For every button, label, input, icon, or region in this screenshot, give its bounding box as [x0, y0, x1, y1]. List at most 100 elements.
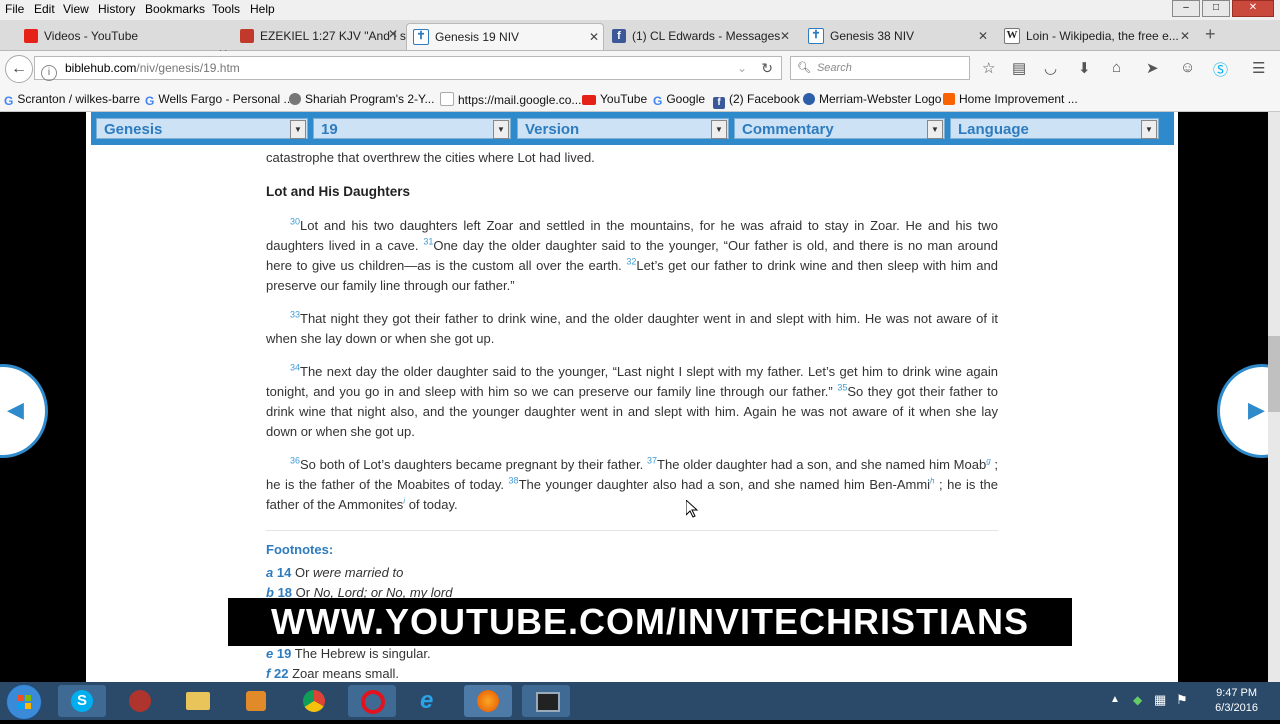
folder-icon	[186, 692, 210, 710]
verse-number-link[interactable]: 35	[837, 383, 847, 393]
verse-number-link[interactable]: 33	[290, 310, 300, 320]
book-select[interactable]: Genesis ▼	[96, 118, 308, 139]
footnote-f: f 22 Zoar means small.	[266, 666, 399, 681]
verse-number-link[interactable]: 30	[290, 217, 300, 227]
footnote-letter[interactable]: a	[266, 565, 273, 580]
bookmark-facebook[interactable]: f (2) Facebook	[713, 92, 800, 109]
url-path: /niv/genesis/19.htm	[136, 61, 240, 75]
url-bar[interactable]: i biblehub.com/niv/genesis/19.htm ⌄ ↻	[34, 56, 782, 81]
network-icon[interactable]: ▦	[1154, 692, 1166, 708]
chat-icon[interactable]: ☺	[1180, 59, 1195, 76]
pocket-icon[interactable]: ◡	[1044, 59, 1057, 77]
close-tab-icon[interactable]: ✕	[978, 29, 988, 43]
wikipedia-icon: W	[1004, 28, 1020, 44]
verse-number-link[interactable]: 34	[290, 363, 300, 373]
chevron-down-icon[interactable]: ▼	[711, 120, 727, 139]
tab-title: (1) CL Edwards - Messages	[632, 29, 781, 43]
home-icon[interactable]: ⌂	[1112, 59, 1121, 76]
taskbar-explorer[interactable]	[174, 685, 222, 717]
chevron-down-icon[interactable]: ▼	[493, 120, 509, 139]
close-tab-icon[interactable]: ✕	[1180, 29, 1190, 43]
tab-youtube[interactable]: Videos - YouTube	[18, 23, 208, 49]
taskbar-clock[interactable]: 9:47 PM 6/3/2016	[1215, 686, 1258, 716]
footnote-text: The Hebrew is singular.	[294, 646, 431, 661]
flag-icon[interactable]: ⚑	[1176, 692, 1188, 708]
tab-genesis-19[interactable]: ✝ Genesis 19 NIV ✕	[406, 23, 604, 50]
menu-file[interactable]: File	[5, 2, 24, 16]
new-tab-button[interactable]: +	[1205, 24, 1216, 45]
chevron-down-icon[interactable]: ▼	[1141, 120, 1157, 139]
clock-date: 6/3/2016	[1215, 702, 1258, 714]
maximize-button[interactable]: □	[1202, 0, 1230, 17]
taskbar-skype[interactable]: S	[58, 685, 106, 717]
select-value: Commentary	[742, 121, 834, 138]
verse-number-link[interactable]: 37	[647, 456, 657, 466]
taskbar-firefox[interactable]	[464, 685, 512, 717]
download-icon[interactable]: ⬇	[1078, 59, 1091, 77]
tab-wikipedia[interactable]: W Loin - Wikipedia, the free e... ✕	[998, 23, 1194, 49]
verse-number-link[interactable]: 36	[290, 456, 300, 466]
send-icon[interactable]: ➤	[1146, 59, 1159, 77]
bookmark-label: Shariah Program's 2-Y...	[305, 92, 435, 106]
verse-number-link[interactable]: 32	[626, 257, 636, 267]
reload-icon[interactable]: ↻	[761, 57, 773, 79]
menu-tools[interactable]: Tools	[212, 2, 240, 16]
minimize-button[interactable]: –	[1172, 0, 1200, 17]
close-tab-icon[interactable]: ✕	[589, 30, 599, 44]
search-box[interactable]: 🔍︎ Search	[790, 56, 970, 80]
reading-list-icon[interactable]: ▤	[1012, 59, 1026, 77]
taskbar-media[interactable]	[116, 685, 164, 717]
menu-history[interactable]: History	[98, 2, 135, 16]
menu-edit[interactable]: Edit	[34, 2, 55, 16]
bookmark-merriam-webster[interactable]: Merriam-Webster Logo	[803, 92, 941, 106]
chrome-icon	[303, 690, 325, 712]
taskbar-ie[interactable]: e	[406, 685, 454, 717]
tab-ezekiel[interactable]: EZEKIEL 1:27 KJV "And I sa...	[234, 23, 406, 49]
taskbar-opera[interactable]	[348, 685, 396, 717]
taskbar-video[interactable]	[232, 685, 280, 717]
bookmark-wells-fargo[interactable]: G Wells Fargo - Personal ...	[145, 92, 294, 108]
verse-text: The older daughter had a son, and she na…	[657, 457, 987, 472]
menu-help[interactable]: Help	[250, 2, 275, 16]
skype-icon[interactable]: Ⓢ	[1213, 59, 1228, 80]
info-icon[interactable]: i	[41, 65, 57, 81]
bookmark-youtube[interactable]: YouTube	[582, 92, 647, 106]
tray-expand-icon[interactable]: ▲	[1110, 694, 1120, 705]
bookmark-google[interactable]: G Google	[653, 92, 705, 108]
menu-view[interactable]: View	[63, 2, 89, 16]
version-select[interactable]: Version ▼	[517, 118, 729, 139]
close-tab-icon[interactable]: ✕	[780, 29, 790, 43]
footnote-verse-ref[interactable]: 19	[277, 646, 291, 661]
hamburger-menu-icon[interactable]: ☰	[1252, 59, 1265, 77]
bookmark-star-icon[interactable]: ☆	[982, 59, 995, 77]
bookmark-home-improvement[interactable]: Home Improvement ...	[943, 92, 1078, 106]
footnote-letter[interactable]: f	[266, 666, 270, 681]
bookmark-gmail[interactable]: https://mail.google.co...	[440, 92, 581, 107]
chevron-down-icon[interactable]: ▼	[927, 120, 943, 139]
close-window-button[interactable]: ✕	[1232, 0, 1274, 17]
commentary-select[interactable]: Commentary ▼	[734, 118, 945, 139]
back-button[interactable]: ←	[5, 55, 33, 83]
bookmark-shariah[interactable]: Shariah Program's 2-Y...	[289, 92, 434, 106]
taskbar-chrome[interactable]	[290, 685, 338, 717]
chapter-select[interactable]: 19 ▼	[313, 118, 511, 139]
tab-genesis-38[interactable]: ✝ Genesis 38 NIV ✕	[802, 23, 992, 49]
tab-facebook-messages[interactable]: f (1) CL Edwards - Messages ✕	[606, 23, 794, 49]
taskbar-screen-recorder[interactable]	[522, 685, 570, 717]
footnote-verse-ref[interactable]: 14	[277, 565, 291, 580]
language-select[interactable]: Language ▼	[950, 118, 1159, 139]
google-icon: G	[653, 94, 663, 108]
dropdown-arrow-icon[interactable]: ⌄	[737, 57, 747, 79]
verse-number-link[interactable]: 31	[423, 237, 433, 247]
tray-app-icon[interactable]: ◆	[1133, 693, 1142, 707]
menu-bookmarks[interactable]: Bookmarks	[145, 2, 205, 16]
footnote-letter[interactable]: e	[266, 646, 273, 661]
bookmark-scranton[interactable]: G Scranton / wilkes-barre	[4, 92, 140, 108]
close-tab-icon[interactable]: ✕	[388, 27, 398, 41]
start-button[interactable]	[6, 684, 42, 720]
verse-number-link[interactable]: 38	[509, 476, 519, 486]
scrollbar-thumb[interactable]	[1268, 336, 1280, 412]
footnote-verse-ref[interactable]: 22	[274, 666, 288, 681]
chevron-down-icon[interactable]: ▼	[290, 120, 306, 139]
clock-time: 9:47 PM	[1216, 687, 1258, 699]
